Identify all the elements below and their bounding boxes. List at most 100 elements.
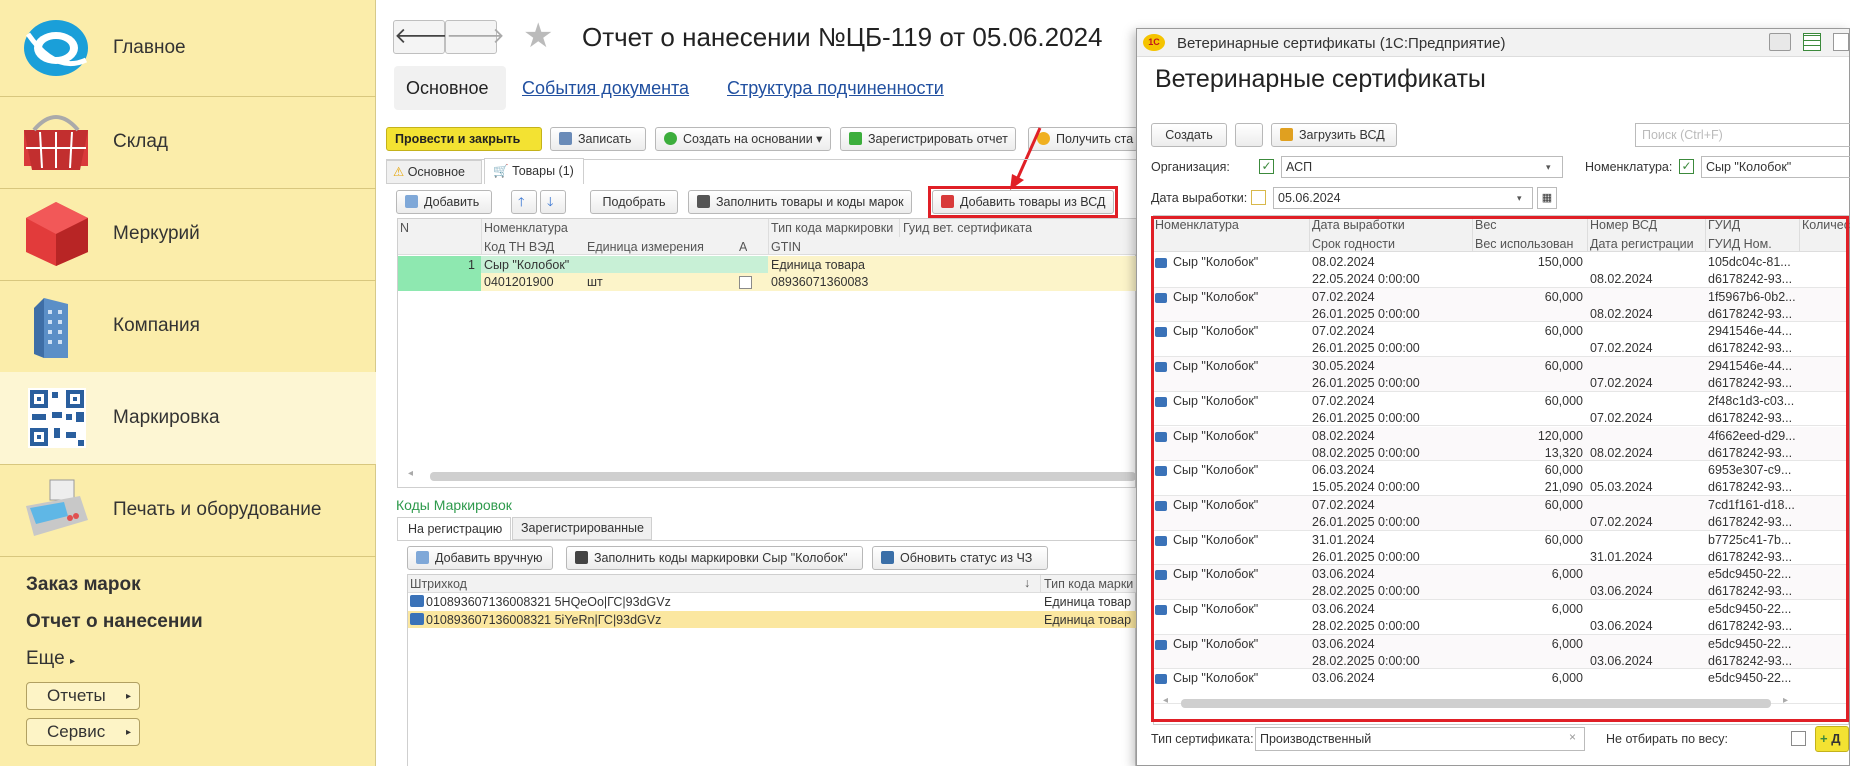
calendar-icon[interactable] <box>1833 33 1849 51</box>
shield-icon <box>849 132 862 145</box>
nom-label: Номенклатура: <box>1585 160 1673 174</box>
create-based-label: Создать на основании <box>683 132 813 146</box>
post-and-close-button[interactable]: Провести и закрыть <box>386 127 542 151</box>
pos-terminal-icon <box>26 479 88 536</box>
plus-circle-icon <box>664 132 677 145</box>
basket-icon <box>24 115 88 170</box>
codes-tab-registered[interactable]: Зарегистрированные <box>512 517 652 540</box>
create-based-on-button[interactable]: Создать на основании ▾ <box>655 127 831 151</box>
col-vet-guid: Гуид вет. сертификата <box>903 221 1033 235</box>
cert-type-label: Тип сертификата: <box>1151 732 1254 746</box>
fill-goods-button[interactable]: Заполнить товары и коды марок <box>688 190 912 214</box>
org-checkbox[interactable]: ✓ <box>1259 159 1274 174</box>
sidebar-item-label: Склад <box>113 131 168 152</box>
col-tnved: Код ТН ВЭД <box>484 240 555 254</box>
nom-field[interactable]: Сыр "Колобок" <box>1701 156 1850 178</box>
codes-tab-to-register[interactable]: На регистрацию <box>397 517 511 541</box>
floppy-icon <box>559 132 572 145</box>
pick-button[interactable]: Подобрать <box>590 190 678 214</box>
register-report-button[interactable]: Зарегистрировать отчет <box>840 127 1016 151</box>
no-weight-checkbox[interactable] <box>1791 731 1806 746</box>
forward-button[interactable]: 🡒 <box>445 20 505 54</box>
create-button[interactable]: Создать <box>1151 123 1227 147</box>
add-selected-label: Д <box>1831 731 1841 746</box>
subtab-goods[interactable]: 🛒 Товары (1) <box>484 158 584 184</box>
col-a: А <box>739 240 748 254</box>
sidebar-item-label: Маркировка <box>113 407 220 428</box>
link-order-marks[interactable]: Заказ марок <box>26 574 141 596</box>
1c-logo-icon: 1С <box>1143 34 1165 51</box>
red-cube-icon <box>26 202 88 266</box>
code-value: 010893607136008321 5iYeRn|ГС|93dGVz <box>426 613 662 627</box>
goods-horizontal-scrollbar[interactable] <box>430 472 1136 481</box>
tab-structure[interactable]: Структура подчиненности <box>727 78 944 99</box>
add-selected-button[interactable]: + Д <box>1815 726 1849 752</box>
service-button[interactable]: Сервис ▸ <box>26 718 140 746</box>
col-gtin: GTIN <box>771 240 801 254</box>
back-button[interactable]: 🡐 <box>393 20 453 54</box>
sidebar-item-mercury[interactable]: Меркурий <box>0 188 376 280</box>
cert-type-field[interactable]: Производственный <box>1255 727 1585 751</box>
col-barcode: Штрихкод <box>410 577 467 591</box>
plus-icon: + <box>1820 731 1828 746</box>
org-field[interactable]: АСП <box>1281 156 1563 178</box>
vet-heading: Ветеринарные сертификаты <box>1155 65 1486 93</box>
home-logo-icon <box>24 20 88 76</box>
org-dropdown-icon[interactable]: ▾ <box>1546 162 1551 173</box>
row-n: 1 <box>468 258 475 272</box>
calculator-icon[interactable] <box>1803 33 1821 51</box>
fill-codes-label: Заполнить коды маркировки Сыр "Колобок" <box>594 551 848 565</box>
move-down-button[interactable]: 🡓 <box>540 190 566 214</box>
vet-horizontal-scrollbar[interactable] <box>1181 699 1771 708</box>
sidebar-item-main[interactable]: Главное <box>0 2 376 94</box>
save-label: Записать <box>578 132 632 146</box>
star-icon[interactable]: ★ <box>523 16 553 56</box>
load-vsd-button[interactable]: Загрузить ВСД <box>1271 123 1397 147</box>
more-menu[interactable]: Еще ▸ <box>26 648 75 670</box>
building-icon <box>34 298 68 358</box>
add-button[interactable]: Добавить <box>396 190 492 214</box>
date-calendar-icon[interactable]: ▦ <box>1537 187 1557 209</box>
sidebar-item-warehouse[interactable]: Склад <box>0 96 376 188</box>
col-code-type: Тип кода марки <box>1044 577 1134 591</box>
window-title: Ветеринарные сертификаты (1С:Предприятие… <box>1177 35 1506 52</box>
search-input[interactable]: Поиск (Ctrl+F) <box>1635 123 1850 147</box>
row-a-checkbox[interactable] <box>739 276 752 289</box>
link-application-report[interactable]: Отчет о нанесении <box>26 611 203 633</box>
update-status-label: Обновить статус из ЧЗ <box>900 551 1033 565</box>
subtab-main[interactable]: ⚠ Основное <box>386 160 482 184</box>
date-dropdown-icon[interactable]: ▾ <box>1517 193 1522 204</box>
barcode-scanner-icon <box>697 195 710 208</box>
row-gtin[interactable]: 08936071360083 <box>771 275 868 289</box>
add-icon <box>416 551 429 564</box>
move-up-button[interactable]: 🡑 <box>511 190 537 214</box>
date-checkbox[interactable] <box>1251 190 1266 205</box>
print-icon[interactable] <box>1769 33 1791 51</box>
add-manually-button[interactable]: Добавить вручную <box>407 546 553 570</box>
date-field[interactable]: 05.06.2024 <box>1273 187 1533 209</box>
update-status-button[interactable]: Обновить статус из ЧЗ <box>872 546 1048 570</box>
fill-codes-button[interactable]: Заполнить коды маркировки Сыр "Колобок" <box>566 546 863 570</box>
copy-icon-button[interactable] <box>1235 123 1263 147</box>
reports-button[interactable]: Отчеты ▸ <box>26 682 140 710</box>
download-icon <box>1280 128 1293 141</box>
sidebar-item-print[interactable]: Печать и оборудование <box>0 464 376 556</box>
row-code-type[interactable]: Единица товара <box>771 258 865 272</box>
subtab-goods-label: Товары (1) <box>512 164 574 178</box>
row-tnved[interactable]: 0401201900 <box>484 275 554 289</box>
sidebar-item-marking[interactable]: Маркировка <box>0 372 376 464</box>
more-label: Еще <box>26 648 65 669</box>
highlight-add-from-vsd <box>928 186 1118 218</box>
tab-main[interactable]: Основное <box>406 78 488 99</box>
row-unit[interactable]: шт <box>587 275 603 289</box>
row-nomenclature[interactable]: Сыр "Колобок" <box>484 258 569 272</box>
save-button[interactable]: Записать <box>550 127 646 151</box>
add-icon <box>405 195 418 208</box>
warning-icon: ⚠ <box>393 165 405 179</box>
sort-icon[interactable]: ↓ <box>1024 576 1030 590</box>
page-title: Отчет о нанесении №ЦБ-119 от 05.06.2024 <box>582 22 1103 52</box>
nom-checkbox[interactable]: ✓ <box>1679 159 1694 174</box>
clear-icon[interactable]: × <box>1569 730 1576 744</box>
tab-events[interactable]: События документа <box>522 78 689 99</box>
sidebar-item-company[interactable]: Компания <box>0 280 376 372</box>
